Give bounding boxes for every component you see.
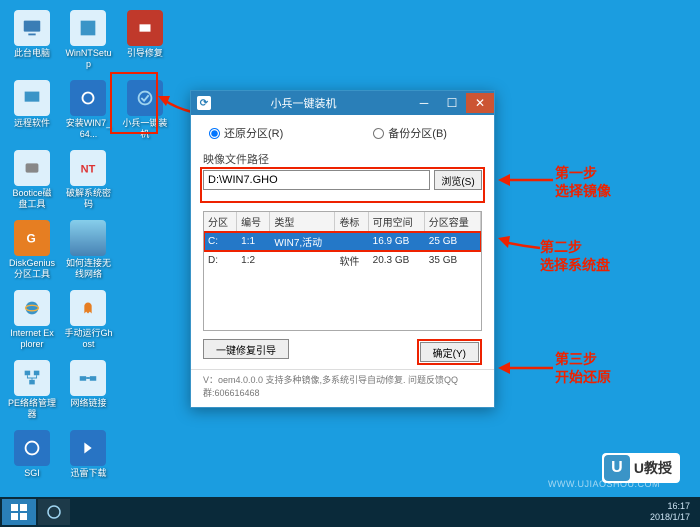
annotation-step2: 第二步 选择系统盘 (540, 238, 610, 274)
col-partition: 分区 (204, 212, 237, 232)
taskbar[interactable]: 16:17 2018/1/17 (0, 497, 700, 527)
radio-backup[interactable]: 备份分区(B) (373, 125, 447, 141)
path-row: 浏览(S) (203, 170, 482, 190)
desktop-icon-install-win7[interactable]: 安装WIN7_64... (64, 80, 112, 140)
repair-boot-button[interactable]: 一键修复引导 (203, 339, 289, 359)
svg-text:NT: NT (81, 164, 96, 176)
icon-label: 破解系统密码 (64, 188, 112, 210)
icon-label: WinNTSetup (64, 48, 112, 70)
start-button[interactable] (2, 499, 36, 525)
ok-button[interactable]: 确定(Y) (420, 342, 479, 362)
image-path-label: 映像文件路径 (203, 151, 482, 167)
annotation-step3: 第三步 开始还原 (555, 350, 611, 386)
table-row[interactable]: D: 1:2 软件 20.3 GB 35 GB (204, 251, 481, 270)
system-tray[interactable]: 16:17 2018/1/17 (650, 501, 698, 523)
step-title: 第二步 (540, 238, 610, 256)
icon-label: PE络络管理器 (8, 398, 56, 420)
arrow-step2 (498, 232, 544, 262)
annotation-step1: 第一步 选择镜像 (555, 164, 611, 200)
desktop-icon-xunlei[interactable]: 迅雷下载 (64, 430, 112, 479)
button-row: 一键修复引导 确定(Y) (203, 339, 482, 365)
partition-table[interactable]: 分区 编号 类型 卷标 可用空间 分区容量 C: 1:1 WIN7,活动 (204, 212, 481, 270)
icon-label: Bootice磁盘工具 (8, 188, 56, 210)
windows-logo-icon (11, 504, 27, 520)
icon-label: 远程软件 (8, 118, 56, 129)
desktop-icon-sgi[interactable]: SGI (8, 430, 56, 479)
clock-date: 2018/1/17 (650, 512, 690, 523)
radio-backup-input[interactable] (373, 128, 384, 139)
desktop-icon-ghost[interactable]: 手动运行Ghost (64, 290, 112, 350)
image-path-input[interactable] (203, 170, 430, 190)
highlight-path-row: 浏览(S) (200, 167, 485, 203)
badge-text: U教授 (634, 458, 672, 478)
desktop-icon-ie[interactable]: Internet Explorer (8, 290, 56, 350)
window-title: 小兵一键装机 (197, 95, 410, 111)
desktop-icon-bootrepair[interactable]: 引导修复 (121, 10, 169, 59)
step-sub: 选择镜像 (555, 182, 611, 200)
icon-label: 安装WIN7_64... (64, 118, 112, 140)
table-header-row: 分区 编号 类型 卷标 可用空间 分区容量 (204, 212, 481, 232)
icon-label: 手动运行Ghost (64, 328, 112, 350)
status-bar: V：oem4.0.0.0 支持多种镜像,多系统引导自动修复. 问题反馈QQ群:6… (191, 369, 494, 399)
arrow-step1 (498, 168, 558, 194)
icon-label: 迅雷下载 (64, 468, 112, 479)
icon-label: 引导修复 (121, 48, 169, 59)
minimize-button[interactable]: ─ (410, 93, 438, 113)
desktop-icon-diskgenius[interactable]: G DiskGenius分区工具 (8, 220, 56, 280)
step-title: 第一步 (555, 164, 611, 182)
desktop-icon-wifi-help[interactable]: 如何连接无线网络 (64, 220, 112, 280)
table-row[interactable]: C: 1:1 WIN7,活动 16.9 GB 25 GB (204, 232, 481, 252)
partition-table-wrap: 分区 编号 类型 卷标 可用空间 分区容量 C: 1:1 WIN7,活动 (203, 211, 482, 331)
radio-label: 还原分区(R) (224, 125, 283, 141)
radio-restore[interactable]: 还原分区(R) (209, 125, 283, 141)
desktop: 此台电脑 WinNTSetup 引导修复 远程软件 安装WIN7_64... 小… (0, 0, 700, 527)
mode-radio-group: 还原分区(R) 备份分区(B) (203, 125, 482, 141)
watermark-badge: U U教授 (602, 453, 680, 483)
browse-button[interactable]: 浏览(S) (434, 170, 482, 190)
window-body: 还原分区(R) 备份分区(B) 映像文件路径 浏览(S) 分区 编号 类型 卷标 (191, 115, 494, 405)
col-index: 编号 (237, 212, 270, 232)
close-button[interactable]: ✕ (466, 93, 494, 113)
desktop-icon-ntpwd[interactable]: NT 破解系统密码 (64, 150, 112, 210)
desktop-icon-netmgr[interactable]: PE络络管理器 (8, 360, 56, 420)
col-size: 分区容量 (424, 212, 480, 232)
icon-label: 网络链接 (64, 398, 112, 409)
icon-label: 此台电脑 (8, 48, 56, 59)
maximize-button[interactable]: ☐ (438, 93, 466, 113)
badge-icon: U (604, 455, 630, 481)
radio-restore-input[interactable] (209, 128, 220, 139)
radio-label: 备份分区(B) (388, 125, 447, 141)
icon-label: DiskGenius分区工具 (8, 258, 56, 280)
step-title: 第三步 (555, 350, 611, 368)
clock-time: 16:17 (650, 501, 690, 512)
highlight-ok-button: 确定(Y) (417, 339, 482, 365)
step-sub: 开始还原 (555, 368, 611, 386)
col-free: 可用空间 (368, 212, 424, 232)
icon-label: Internet Explorer (8, 328, 56, 350)
desktop-icon-bootice[interactable]: Bootice磁盘工具 (8, 150, 56, 210)
desktop-icon-netlink[interactable]: 网络链接 (64, 360, 112, 409)
desktop-icon-winntsetup[interactable]: WinNTSetup (64, 10, 112, 70)
highlight-installer-icon (110, 72, 158, 134)
col-type: 类型 (270, 212, 335, 232)
arrow-step3 (498, 356, 558, 382)
icon-label: SGI (8, 468, 56, 479)
col-label: 卷标 (335, 212, 368, 232)
icon-label: 如何连接无线网络 (64, 258, 112, 280)
desktop-icon-pc[interactable]: 此台电脑 (8, 10, 56, 59)
titlebar[interactable]: ⟳ 小兵一键装机 ─ ☐ ✕ (191, 91, 494, 115)
taskbar-app-installer[interactable] (38, 499, 70, 525)
svg-text:G: G (27, 232, 36, 246)
step-sub: 选择系统盘 (540, 256, 610, 274)
installer-window: ⟳ 小兵一键装机 ─ ☐ ✕ 还原分区(R) 备份分区(B) 映像文件路径 浏览… (190, 90, 495, 408)
desktop-icon-remote[interactable]: 远程软件 (8, 80, 56, 129)
